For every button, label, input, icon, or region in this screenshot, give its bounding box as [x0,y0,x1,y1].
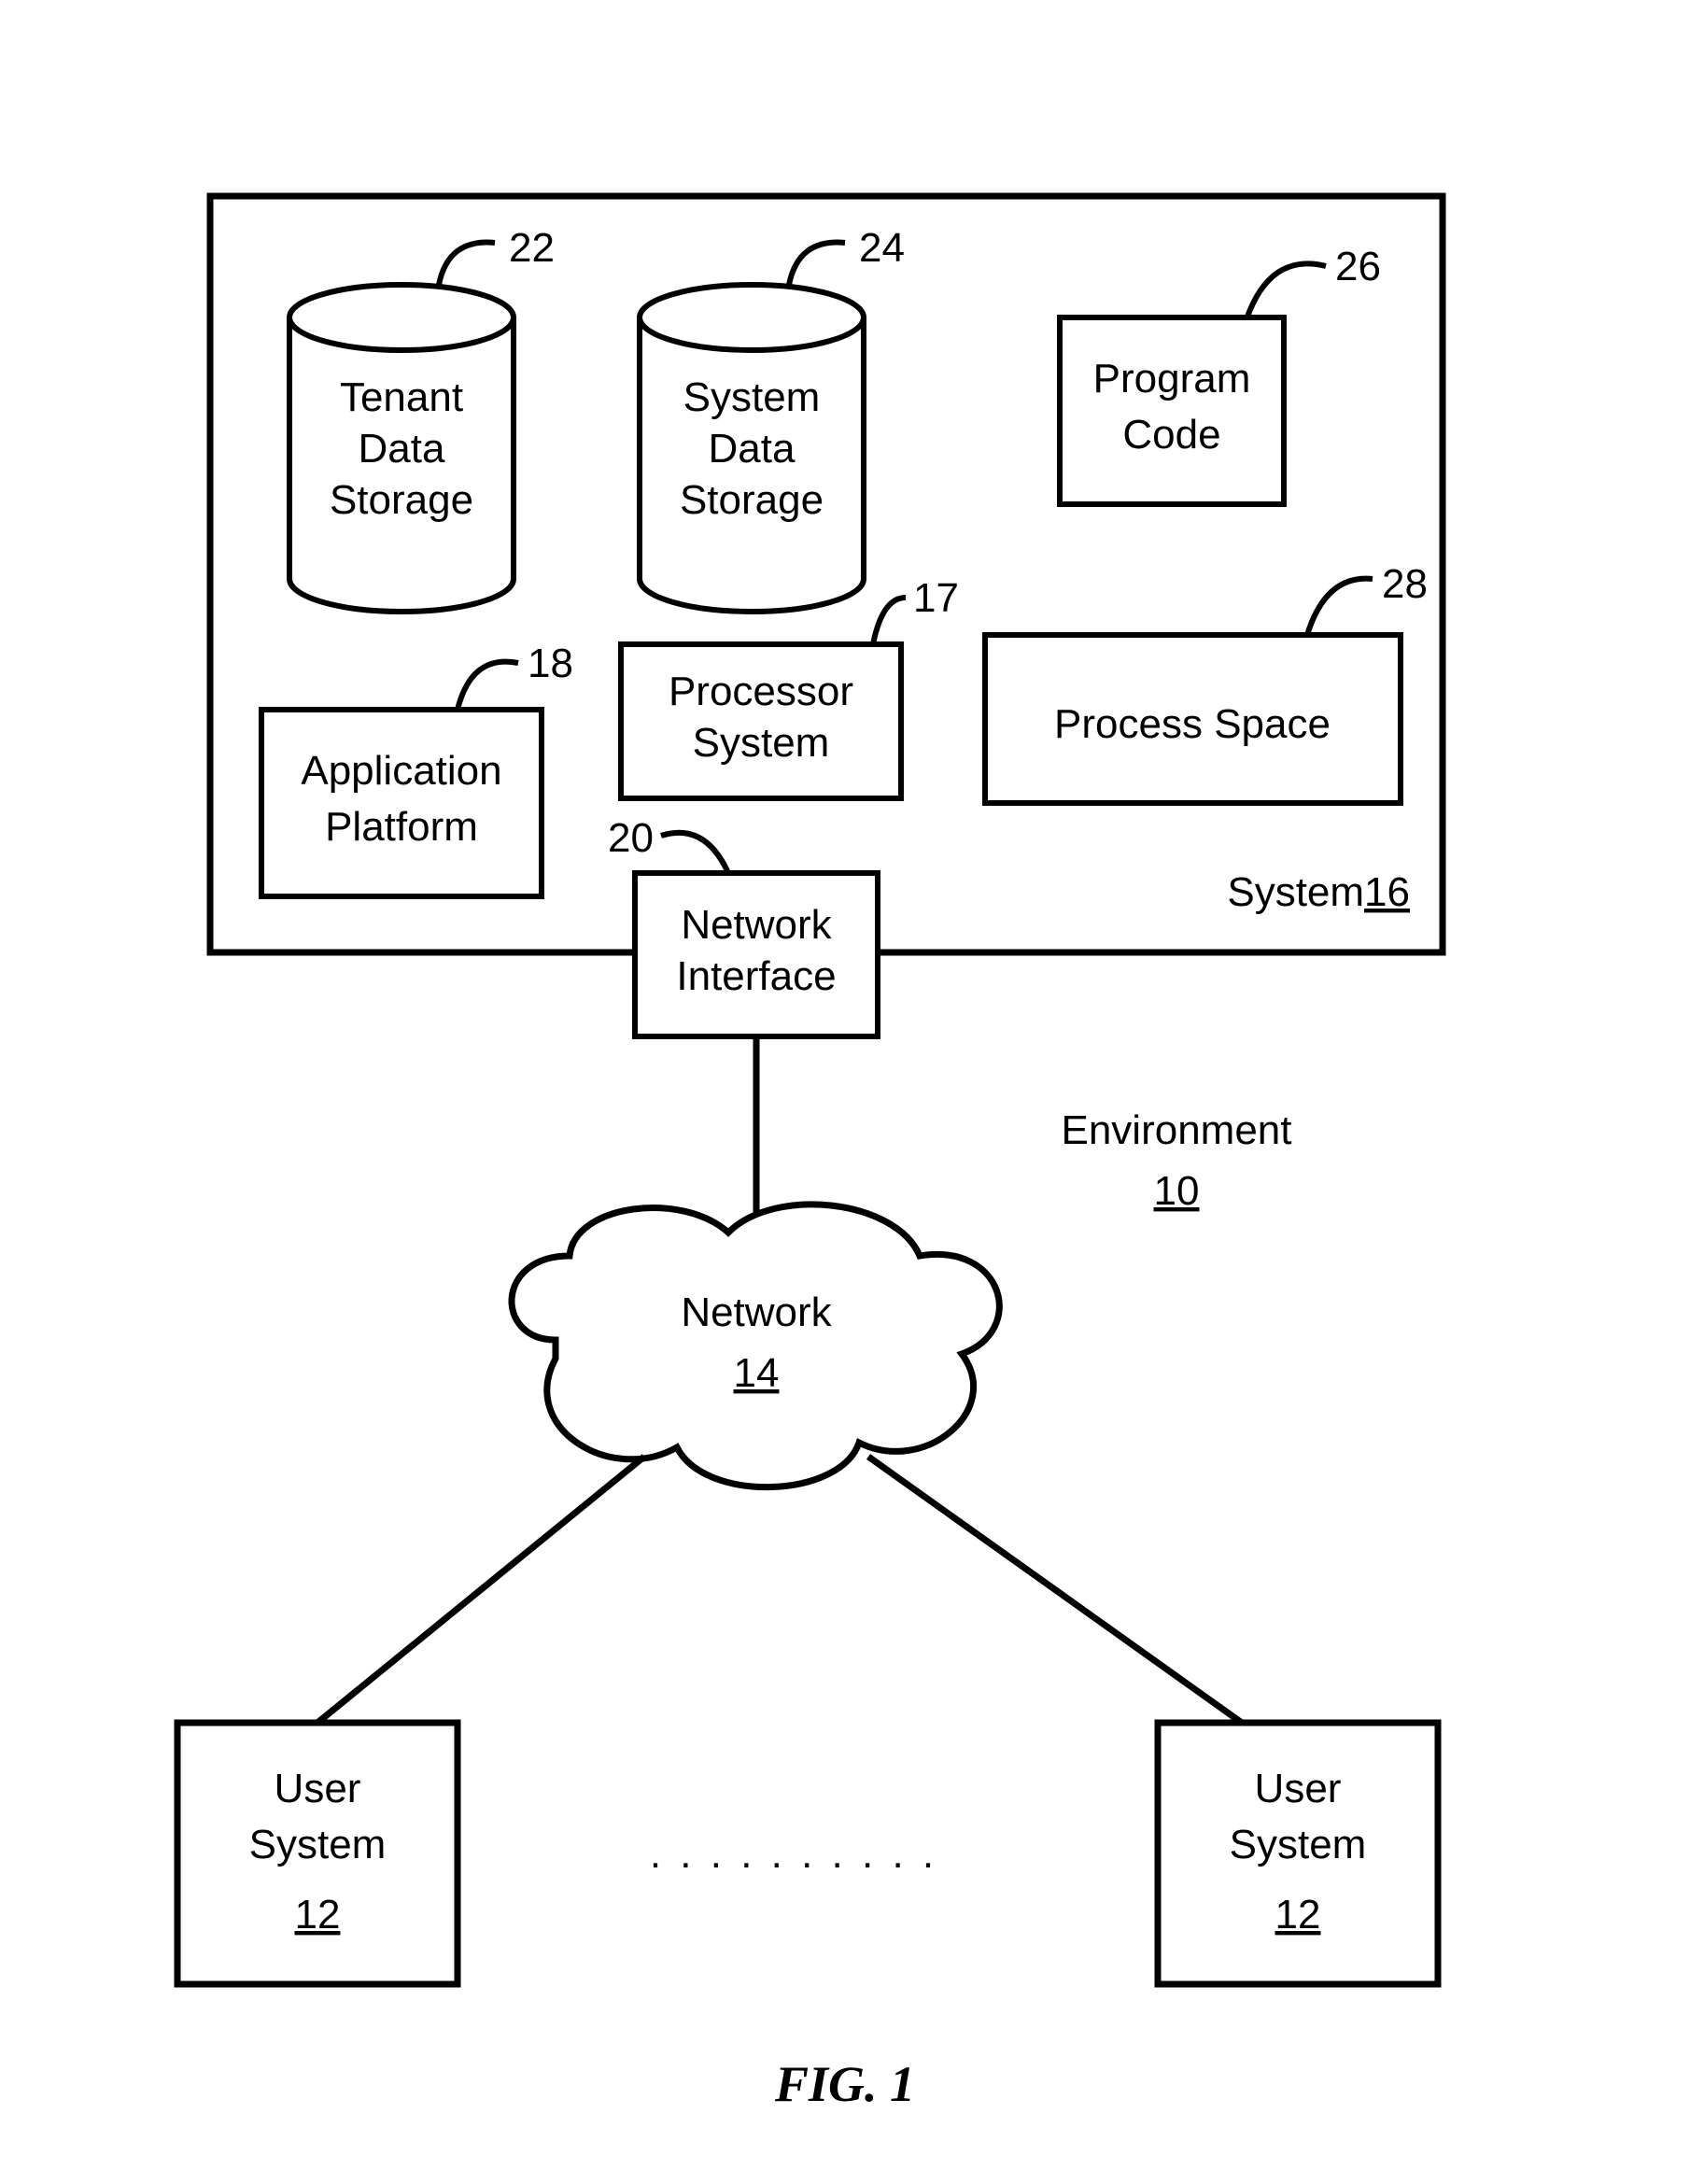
system-data-storage-ref: 24 [859,225,905,271]
figure-label: FIG. 1 [774,2056,915,2112]
program-code-l2: Code [1122,412,1220,458]
user-system-right-l1: User [1255,1766,1342,1811]
link-network-user-left [317,1457,644,1723]
application-platform-ref: 18 [528,641,573,686]
user-system-left-l1: User [275,1766,361,1811]
network-cloud: Network 14 [512,1205,999,1487]
system-data-storage-l1: System [683,374,821,420]
link-network-user-right [868,1457,1242,1723]
processor-system-l1: Processor [669,669,853,714]
program-code-l1: Program [1093,356,1251,402]
application-platform-l2: Platform [325,804,478,850]
network-cloud-ref: 14 [734,1350,780,1396]
system-data-storage-l2: Data [709,426,796,472]
application-platform-l1: Application [301,748,501,794]
network-interface-ref: 20 [608,815,654,861]
processor-system-l2: System [693,720,830,766]
user-system-right-ref: 12 [1275,1892,1321,1937]
network-cloud-l1: Network [681,1289,832,1335]
process-space-l1: Process Space [1054,701,1331,747]
program-code-ref: 26 [1335,244,1381,289]
user-system-left-l2: System [249,1822,387,1867]
tenant-data-storage-l1: Tenant [340,374,463,420]
user-system-right-l2: System [1230,1822,1367,1867]
figure-1-diagram: System16 Tenant Data Storage 22 System D… [0,0,1690,2184]
tenant-data-storage-l3: Storage [330,477,473,523]
environment-ref: 10 [1154,1168,1200,1214]
tenant-data-storage-l2: Data [359,426,445,472]
system-container-label: System16 [1227,869,1410,915]
network-interface-l2: Interface [676,953,836,999]
processor-system-ref: 17 [913,575,959,621]
tenant-data-storage-ref: 22 [509,225,555,271]
ellipsis-dots: . . . . . . . . . . [650,1831,937,1877]
user-system-right: User System 12 [1158,1723,1438,1984]
process-space-ref: 28 [1382,561,1428,607]
network-interface-l1: Network [681,902,832,948]
system-data-storage-l3: Storage [680,477,824,523]
environment-label: Environment [1061,1107,1291,1153]
user-system-left-ref: 12 [295,1892,341,1937]
user-system-left: User System 12 [177,1723,458,1984]
